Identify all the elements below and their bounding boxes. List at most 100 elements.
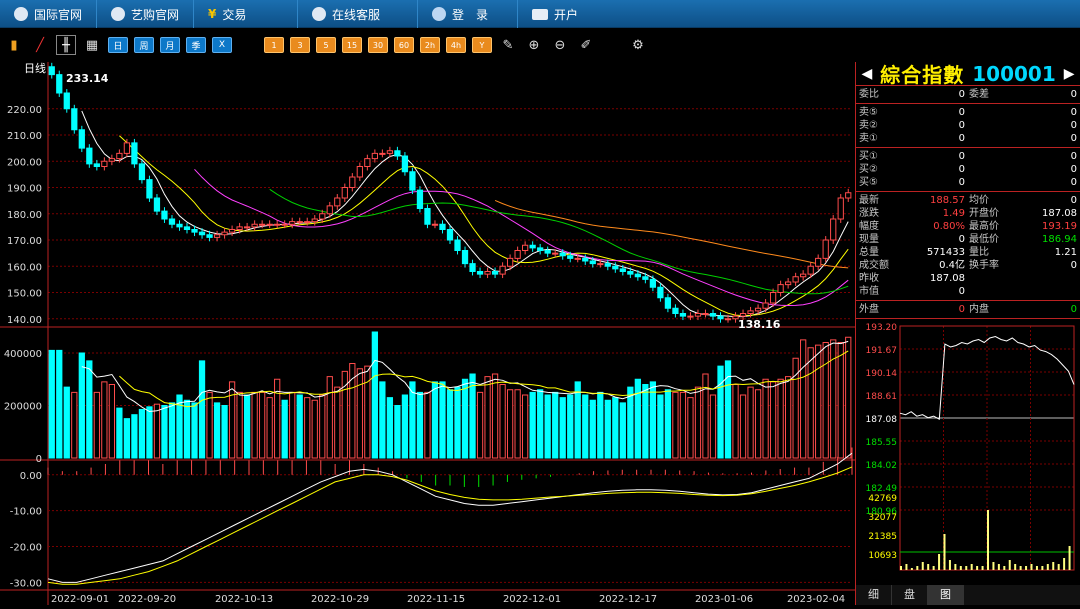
minute-60-button[interactable]: 60 xyxy=(394,37,414,53)
mini-volume-bar xyxy=(959,566,962,570)
kline-chart-svg: 日线 140.00 150.00 160.00 170.00 180.00 190.00 20… xyxy=(0,61,855,605)
gear-icon[interactable]: ⚙ xyxy=(628,35,648,55)
hour-4-button[interactable]: 4h xyxy=(446,37,466,53)
period-x-button[interactable]: X xyxy=(212,37,232,53)
period-day-button[interactable]: 日 xyxy=(108,37,128,53)
quote-value: 0.4亿 xyxy=(939,260,965,271)
quote-label xyxy=(965,106,1011,119)
volume-bar xyxy=(191,402,198,459)
prev-arrow-icon[interactable]: ◀ xyxy=(861,66,872,82)
mini-volume-bar xyxy=(1052,562,1055,570)
tab-order-book[interactable]: 盘 xyxy=(892,585,928,605)
minute-5-button[interactable]: 5 xyxy=(316,37,336,53)
mini-volume-bar xyxy=(948,560,951,570)
candle-body xyxy=(56,74,63,94)
nav-trade[interactable]: ¥ 交易 xyxy=(194,0,299,28)
zoom-out-icon[interactable]: ⊖ xyxy=(550,35,570,55)
nav-shopping-site[interactable]: 艺购官网 xyxy=(97,0,195,28)
minute-30-button[interactable]: 30 xyxy=(368,37,388,53)
nav-online-support[interactable]: 在线客服 xyxy=(298,0,419,28)
candle-body xyxy=(702,313,709,315)
candle-body xyxy=(446,229,454,241)
quote-label xyxy=(965,150,1011,163)
quote-label: 最高价 xyxy=(969,221,999,232)
kline-chart-area[interactable]: 日线 140.00 150.00 160.00 170.00 180.00 190.00 20… xyxy=(0,61,855,605)
candle-body xyxy=(334,197,341,207)
chat-icon xyxy=(312,7,327,21)
volume-bar xyxy=(785,376,792,459)
volume-bar xyxy=(454,386,461,459)
candle-body xyxy=(251,223,258,228)
nav-label: 开户 xyxy=(554,7,579,22)
candle-body xyxy=(634,273,641,278)
volume-bar xyxy=(537,389,544,459)
line-chart-icon[interactable]: ╱ xyxy=(30,35,50,55)
quote-value: 0 xyxy=(1070,89,1077,100)
volume-bar xyxy=(243,394,251,459)
quote-value: 0 xyxy=(958,89,965,100)
year-button[interactable]: Y xyxy=(472,37,492,53)
volume-bar xyxy=(71,391,78,459)
ask-row: 卖② 0 0 xyxy=(856,119,1080,132)
volume-bar xyxy=(221,405,228,459)
candle-body xyxy=(296,221,303,224)
minute-3-button[interactable]: 3 xyxy=(290,37,310,53)
edit-icon[interactable]: ✎ xyxy=(498,35,518,55)
next-arrow-icon[interactable]: ▶ xyxy=(1064,66,1075,82)
price-title: 日线 xyxy=(24,62,46,75)
mini-volume-bar xyxy=(1008,560,1011,570)
volume-bar xyxy=(845,336,852,459)
quote-value: 187.08 xyxy=(930,273,965,284)
volume-bar xyxy=(619,402,626,459)
quote-label: 总量 xyxy=(859,247,879,258)
candle-body xyxy=(785,281,792,286)
bar-chart-icon[interactable]: ▮ xyxy=(4,35,24,55)
link-icon xyxy=(111,7,126,21)
candle-body xyxy=(597,263,604,266)
tab-chart[interactable]: 图 xyxy=(928,585,964,605)
zoom-in-icon[interactable]: ⊕ xyxy=(524,35,544,55)
volume-bar xyxy=(687,397,694,459)
period-quarter-button[interactable]: 季 xyxy=(186,37,206,53)
nav-international-site[interactable]: 国际官网 xyxy=(0,0,98,28)
price-tick-label: 170.00 xyxy=(7,236,42,247)
quote-value: 1.21 xyxy=(1054,247,1077,258)
candle-body xyxy=(822,239,829,259)
mini-volume-tick: 10693 xyxy=(868,551,897,561)
quote-label: 均价 xyxy=(969,195,989,206)
mini-volume-bar xyxy=(965,566,968,570)
calendar-icon[interactable]: ▦ xyxy=(82,35,102,55)
period-month-button[interactable]: 月 xyxy=(160,37,180,53)
period-week-button[interactable]: 周 xyxy=(134,37,154,53)
quote-value: 0 xyxy=(1070,107,1077,118)
candle-body xyxy=(409,171,416,191)
candle-body xyxy=(228,229,236,233)
candle-body xyxy=(830,218,837,241)
minute-1-button[interactable]: 1 xyxy=(264,37,284,53)
minute-15-button[interactable]: 15 xyxy=(342,37,362,53)
quote-value: 0 xyxy=(958,133,965,144)
mini-volume-bar xyxy=(1035,566,1038,570)
ask-row: 卖⑤ 0 0 xyxy=(856,106,1080,119)
quote-label: 量比 xyxy=(969,247,989,258)
candle-body xyxy=(657,286,664,299)
nav-label: 在线客服 xyxy=(332,7,381,22)
volume-bar xyxy=(762,378,769,459)
quote-label: 买① xyxy=(859,151,878,162)
candle-body xyxy=(401,155,409,173)
mini-volume-bar xyxy=(987,510,989,570)
quote-row-commission: 委比 0 委差 0 xyxy=(856,88,1080,101)
draw-icon[interactable]: ✐ xyxy=(576,35,596,55)
mini-volume-bar xyxy=(927,564,930,570)
hour-2-button[interactable]: 2h xyxy=(420,37,440,53)
volume-bar xyxy=(461,378,469,459)
nav-login[interactable]: 登 录 xyxy=(418,0,519,28)
quote-value: 0 xyxy=(958,151,965,162)
candle-body xyxy=(461,250,469,265)
candlestick-icon[interactable]: ╫ xyxy=(56,35,76,55)
quote-label: 涨跌 xyxy=(859,208,879,219)
quote-label: 委差 xyxy=(969,89,989,100)
nav-open-account[interactable]: 开户 xyxy=(518,0,608,28)
tab-detail[interactable]: 细 xyxy=(856,585,892,605)
